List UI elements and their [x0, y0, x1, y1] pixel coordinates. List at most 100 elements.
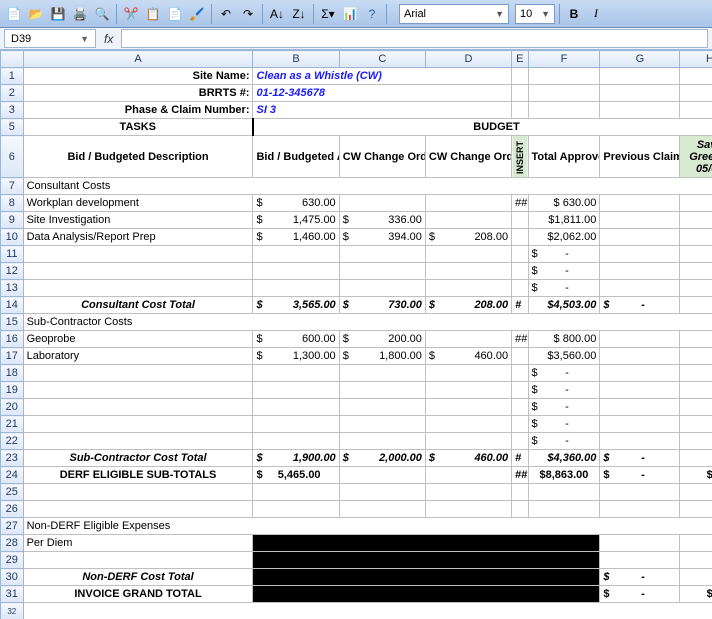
cell[interactable]: Laboratory — [23, 348, 253, 365]
col-header-A[interactable]: A — [23, 51, 253, 68]
cell[interactable]: $1,811.00 — [528, 212, 600, 229]
print-preview-icon[interactable]: 🔍 — [92, 4, 112, 24]
cell[interactable]: 600.00 — [253, 331, 339, 348]
cell[interactable]: 630.00 — [253, 195, 339, 212]
cell[interactable]: 200.00 — [339, 331, 425, 348]
col-header-F[interactable]: F — [528, 51, 600, 68]
col-header-G[interactable]: G — [600, 51, 680, 68]
save-icon[interactable]: 💾 — [48, 4, 68, 24]
cell[interactable]: $3,560.00 — [528, 348, 600, 365]
select-all-corner[interactable] — [1, 51, 24, 68]
cell[interactable]: Data Analysis/Report Prep — [23, 229, 253, 246]
cell[interactable] — [600, 195, 680, 212]
help-icon[interactable]: ? — [362, 4, 382, 24]
name-box[interactable]: D39 ▼ — [4, 29, 96, 48]
col-header-D[interactable]: D — [425, 51, 511, 68]
autosum-icon[interactable]: Σ▾ — [318, 4, 338, 24]
fx-icon[interactable]: fx — [104, 32, 113, 46]
col-header-B[interactable]: B — [253, 51, 339, 68]
cell[interactable] — [680, 229, 712, 246]
cell[interactable] — [425, 331, 511, 348]
row-header[interactable]: 17 — [1, 348, 24, 365]
row-header[interactable]: 5 — [1, 119, 24, 136]
format-painter-icon[interactable]: 🖌️ — [187, 4, 207, 24]
font-name-select[interactable]: Arial ▼ — [399, 4, 509, 24]
cell[interactable]: 1,300.00 — [253, 348, 339, 365]
row-header[interactable]: 9 — [1, 212, 24, 229]
cell[interactable] — [425, 195, 511, 212]
cell[interactable]: 208.00 — [425, 229, 511, 246]
row-2: 2 BRRTS #: 01-12-345678 — [1, 85, 712, 102]
row-header[interactable]: 12 — [1, 263, 24, 280]
cut-icon[interactable]: ✂️ — [121, 4, 141, 24]
cell[interactable]: $ — [680, 195, 712, 212]
cell[interactable]: $- — [528, 263, 600, 280]
row-header[interactable]: 14 — [1, 297, 24, 314]
sort-asc-icon[interactable]: A↓ — [267, 4, 287, 24]
row-header[interactable]: 29 — [1, 552, 24, 569]
sort-desc-icon[interactable]: Z↓ — [289, 4, 309, 24]
value-brrts[interactable]: 01-12-345678 — [253, 85, 512, 102]
cell[interactable]: Workplan development — [23, 195, 253, 212]
print-icon[interactable]: 🖨️ — [70, 4, 90, 24]
cell[interactable]: $ — [680, 212, 712, 229]
formula-bar[interactable] — [121, 29, 708, 48]
row-header[interactable]: 1 — [1, 68, 24, 85]
col-header-E[interactable]: E — [512, 51, 528, 68]
hdr-cw2: CW Change Order #2 08/14/2009 — [425, 136, 511, 178]
row-header[interactable]: 30 — [1, 569, 24, 586]
undo-icon[interactable]: ↶ — [216, 4, 236, 24]
cell[interactable] — [339, 195, 425, 212]
cell[interactable]: 1,460.00 — [253, 229, 339, 246]
cell[interactable] — [512, 212, 528, 229]
cell[interactable]: ## — [512, 331, 528, 348]
cell[interactable]: 1,800.00 — [339, 348, 425, 365]
new-icon[interactable]: 📄 — [4, 4, 24, 24]
paste-icon[interactable]: 📄 — [165, 4, 185, 24]
row-header[interactable]: 15 — [1, 314, 24, 331]
open-icon[interactable]: 📂 — [26, 4, 46, 24]
cell[interactable]: 336.00 — [339, 212, 425, 229]
cell[interactable]: 460.00 — [425, 348, 511, 365]
row-header[interactable]: 16 — [1, 331, 24, 348]
row-header[interactable]: 10 — [1, 229, 24, 246]
row-header[interactable]: 11 — [1, 246, 24, 263]
row-header[interactable]: 8 — [1, 195, 24, 212]
copy-icon[interactable]: 📋 — [143, 4, 163, 24]
cell[interactable]: Per Diem — [23, 535, 253, 552]
spreadsheet-grid[interactable]: A B C D E F G H 1 Site Name: Clean as a … — [0, 50, 712, 619]
redo-icon[interactable]: ↷ — [238, 4, 258, 24]
row-header[interactable]: 3 — [1, 102, 24, 119]
italic-button[interactable]: I — [586, 4, 606, 24]
cell[interactable]: Site Investigation — [23, 212, 253, 229]
row-header[interactable]: 23 — [1, 450, 24, 467]
cell[interactable] — [425, 212, 511, 229]
row-header[interactable]: 27 — [1, 518, 24, 535]
col-header-C[interactable]: C — [339, 51, 425, 68]
cell[interactable]: $- — [528, 280, 600, 297]
row-header[interactable]: 6 — [1, 136, 24, 178]
cell[interactable]: ## — [512, 195, 528, 212]
value-site-name[interactable]: Clean as a Whistle (CW) — [253, 68, 512, 85]
row-header[interactable]: 24 — [1, 467, 24, 484]
row-header[interactable]: 7 — [1, 178, 24, 195]
cell[interactable]: $ 630.00 — [528, 195, 600, 212]
col-header-H[interactable]: H — [680, 51, 712, 68]
cell[interactable] — [600, 229, 680, 246]
bold-button[interactable]: B — [564, 4, 584, 24]
row-header[interactable]: 28 — [1, 535, 24, 552]
chart-icon[interactable]: 📊 — [340, 4, 360, 24]
value-phase[interactable]: SI 3 — [253, 102, 512, 119]
cell[interactable] — [512, 229, 528, 246]
cell[interactable] — [600, 212, 680, 229]
cell[interactable]: 1,475.00 — [253, 212, 339, 229]
cell[interactable]: $ 800.00 — [528, 331, 600, 348]
row-header[interactable]: 13 — [1, 280, 24, 297]
cell[interactable]: $- — [528, 246, 600, 263]
cell[interactable]: Geoprobe — [23, 331, 253, 348]
cell[interactable]: 394.00 — [339, 229, 425, 246]
row-header[interactable]: 2 — [1, 85, 24, 102]
font-size-select[interactable]: 10 ▼ — [515, 4, 555, 24]
row-header[interactable]: 31 — [1, 586, 24, 603]
cell[interactable]: $2,062.00 — [528, 229, 600, 246]
